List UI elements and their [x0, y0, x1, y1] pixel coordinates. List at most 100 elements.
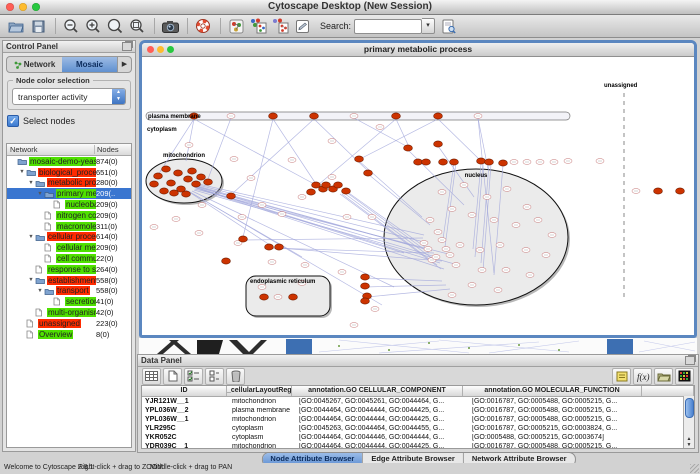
- network-leaf-icon: [26, 319, 38, 328]
- tree-row[interactable]: cellular metabol209(0): [7, 242, 131, 253]
- tree-row[interactable]: mosaic-demo-yeast874(0): [7, 156, 131, 167]
- tree-row[interactable]: ▼transport558(0): [7, 286, 131, 297]
- desktop-area: primary metabolic process plasma membran…: [137, 38, 700, 466]
- network-leaf-icon: [44, 222, 56, 231]
- select-attributes-icon[interactable]: [142, 368, 161, 385]
- tab-network[interactable]: Network: [7, 57, 62, 72]
- tree-row-label: transport: [56, 286, 90, 295]
- expand-triangle-icon[interactable]: ▼: [27, 180, 35, 186]
- network-window-titlebar[interactable]: primary metabolic process: [142, 43, 694, 57]
- table-cell: [GO:0016787, GO:0005488, GO:0005215, G..…: [469, 416, 650, 423]
- network-view-window[interactable]: primary metabolic process plasma membran…: [139, 40, 697, 338]
- network-canvas[interactable]: plasma membranemitochondrionnucleusendop…: [142, 57, 694, 338]
- float-data-panel-icon[interactable]: [685, 356, 695, 365]
- table-row[interactable]: YKR052Ccytoplasm[GO:0044464, GO:0044446,…: [142, 433, 694, 442]
- table-row[interactable]: YPL036W__2plasma membrane[GO:0044464, GO…: [142, 406, 694, 415]
- layout-copy-alt-icon[interactable]: [270, 17, 290, 36]
- create-attribute-icon[interactable]: [163, 368, 182, 385]
- function-builder-icon[interactable]: f(x): [633, 368, 652, 385]
- tree-row[interactable]: multi-organism pro42(0): [7, 307, 131, 318]
- tab-mosaic[interactable]: Mosaic: [62, 57, 117, 72]
- table-cell: [GO:0045267, GO:0045261, GO:0044464, G..…: [296, 398, 469, 405]
- column-header[interactable]: annotation.GO CELLULAR_COMPONENT: [292, 386, 463, 396]
- tree-row-node-count: 8(0): [96, 330, 131, 339]
- tree-row[interactable]: macromolecule311(0): [7, 221, 131, 232]
- select-all-attributes-icon[interactable]: [184, 368, 203, 385]
- network-leaf-icon: [44, 211, 56, 220]
- search-input[interactable]: [354, 19, 422, 34]
- network-leaf-icon: [35, 265, 47, 274]
- expand-triangle-icon[interactable]: ▼: [27, 234, 35, 240]
- save-session-icon[interactable]: [28, 17, 48, 36]
- tab-overflow-icon[interactable]: ▶: [117, 57, 131, 72]
- tree-row[interactable]: ▼biological_process651(0): [7, 167, 131, 178]
- select-nodes-checkbox[interactable]: ✓: [7, 115, 19, 127]
- advanced-search-icon[interactable]: [439, 17, 459, 36]
- tree-row[interactable]: unassigned223(0): [7, 318, 131, 329]
- import-attributes-icon[interactable]: [654, 368, 673, 385]
- zoom-in-icon[interactable]: [83, 17, 103, 36]
- network-leaf-icon: [53, 297, 65, 306]
- search-dropdown-icon[interactable]: ▾: [422, 18, 435, 34]
- tree-row[interactable]: nitrogen compo209(0): [7, 210, 131, 221]
- expand-triangle-icon[interactable]: ▼: [36, 191, 44, 197]
- help-icon[interactable]: [193, 17, 213, 36]
- table-row[interactable]: YDR039C__1mitochondrion[GO:0044464, GO:0…: [142, 442, 694, 449]
- column-header[interactable]: ID: [142, 386, 227, 396]
- tree-row[interactable]: ▼metabolic process280(0): [7, 178, 131, 189]
- tree-column-nodes[interactable]: Nodes: [95, 145, 131, 154]
- tree-row-node-count: 558(0): [96, 276, 131, 285]
- vizmapper-icon[interactable]: [226, 17, 246, 36]
- scrollbar-arrows-icon[interactable]: ▲▼: [684, 436, 694, 448]
- svg-text:nucleus: nucleus: [465, 173, 488, 179]
- table-row[interactable]: YLR295Ccytoplasm[GO:0045263, GO:0044464,…: [142, 424, 694, 433]
- table-cell: [GO:0044464, GO:0044444, GO:0044425, G..…: [296, 416, 469, 423]
- table-cell: mitochondrion: [229, 398, 296, 405]
- tree-row[interactable]: ▼establishment of lo558(0): [7, 275, 131, 286]
- attribute-matrix-icon[interactable]: [675, 368, 694, 385]
- window-titlebar[interactable]: Cytoscape Desktop (New Session): [0, 0, 700, 15]
- label-icon[interactable]: [612, 368, 631, 385]
- tree-row-node-count: 223(0): [96, 319, 131, 328]
- main-toolbar: Search: ▾: [0, 15, 700, 38]
- table-row[interactable]: YPL036W__1mitochondrion[GO:0044464, GO:0…: [142, 415, 694, 424]
- snapshot-icon[interactable]: [160, 17, 180, 36]
- node-color-select[interactable]: transporter activity ▲▼: [12, 88, 126, 105]
- folder-icon: [26, 168, 38, 176]
- expand-triangle-icon[interactable]: ▼: [27, 277, 35, 283]
- svg-text:f(x): f(x): [637, 372, 650, 382]
- tree-row[interactable]: response to stimul264(0): [7, 264, 131, 275]
- annotation-icon[interactable]: [292, 17, 312, 36]
- open-file-icon[interactable]: [6, 17, 26, 36]
- tree-row[interactable]: nucleobase-209(0): [7, 199, 131, 210]
- table-cell: mitochondrion: [229, 443, 296, 449]
- scrollbar-thumb[interactable]: [685, 398, 694, 418]
- network-leaf-icon: [26, 330, 38, 339]
- zoom-fit-icon[interactable]: [127, 17, 147, 36]
- table-cell: YPL036W__2: [142, 407, 229, 414]
- expand-triangle-icon[interactable]: ▼: [36, 288, 44, 294]
- tree-row[interactable]: cell communicat22(0): [7, 253, 131, 264]
- column-header[interactable]: _cellularLayoutRegion: [227, 386, 292, 396]
- tree-row[interactable]: Overview8(0): [7, 329, 131, 340]
- zoom-out-icon[interactable]: [61, 17, 81, 36]
- tree-row-label: secretion: [65, 297, 96, 306]
- layout-copy-icon[interactable]: [248, 17, 268, 36]
- tree-row[interactable]: ▼primary metabo209(..: [7, 188, 131, 199]
- table-vertical-scrollbar[interactable]: ▲▼: [683, 396, 694, 448]
- tree-row-label: nucleobase-: [65, 200, 96, 209]
- window-resize-grip[interactable]: [690, 464, 699, 473]
- tree-row[interactable]: secretion41(0): [7, 296, 131, 307]
- tree-column-network[interactable]: Network: [7, 145, 95, 154]
- folder-icon: [44, 287, 56, 295]
- control-panel-header: Control Panel: [3, 41, 135, 53]
- table-cell: [GO:0045263, GO:0044464, GO:0044455, G..…: [296, 425, 469, 432]
- unselect-all-attributes-icon[interactable]: [205, 368, 224, 385]
- tree-row[interactable]: ▼cellular process614(0): [7, 232, 131, 243]
- float-panel-icon[interactable]: [122, 42, 132, 51]
- column-header[interactable]: annotation.GO MOLECULAR_FUNCTION: [463, 386, 642, 396]
- delete-attribute-icon[interactable]: [226, 368, 245, 385]
- zoom-selected-icon[interactable]: [105, 17, 125, 36]
- expand-triangle-icon[interactable]: ▼: [18, 169, 26, 175]
- table-row[interactable]: YJR121W__1mitochondrion[GO:0045267, GO:0…: [142, 397, 694, 406]
